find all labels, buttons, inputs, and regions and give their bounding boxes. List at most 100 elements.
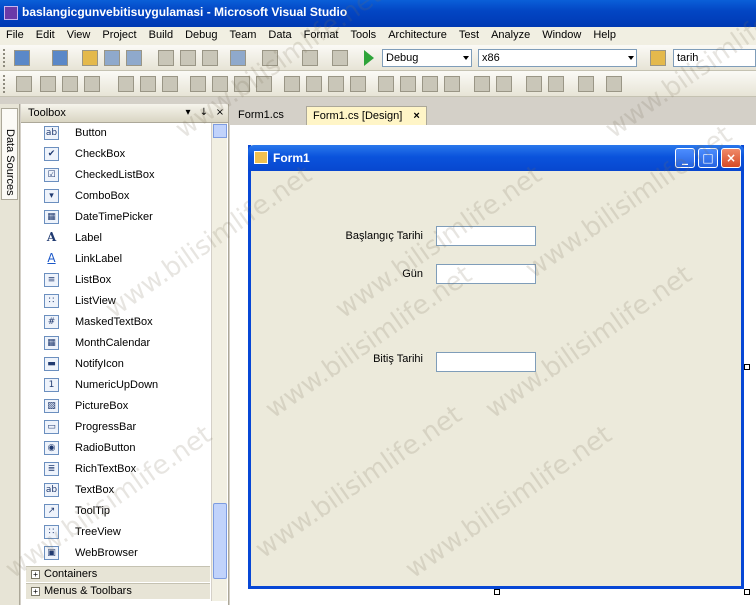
- send-to-back-icon[interactable]: [548, 76, 564, 92]
- make-same-size-icon[interactable]: [234, 76, 250, 92]
- toolbox-item-datetimepicker[interactable]: ▦ DateTimePicker: [21, 207, 211, 228]
- solution-configuration-select[interactable]: Debug: [382, 49, 472, 67]
- paste-icon[interactable]: [202, 50, 218, 66]
- scroll-thumb[interactable]: [213, 503, 227, 579]
- menu-team[interactable]: Team: [224, 27, 263, 45]
- remove-vertical-spacing-icon[interactable]: [444, 76, 460, 92]
- find-in-files-icon[interactable]: [650, 50, 666, 66]
- align-centers-icon[interactable]: [62, 76, 78, 92]
- tab-order-icon[interactable]: [578, 76, 594, 92]
- toolbox-item-picturebox[interactable]: ▧ PictureBox: [21, 396, 211, 417]
- toolbox-item-monthcalendar[interactable]: ▦ MonthCalendar: [21, 333, 211, 354]
- minimize-icon[interactable]: _: [675, 148, 695, 168]
- resize-handle-corner[interactable]: [744, 589, 750, 595]
- menu-test[interactable]: Test: [453, 27, 485, 45]
- menu-build[interactable]: Build: [143, 27, 179, 45]
- redo-icon[interactable]: [262, 50, 278, 66]
- toolbox-item-checkedlistbox[interactable]: ☑ CheckedListBox: [21, 165, 211, 186]
- toolbox-item-textbox[interactable]: ab TextBox: [21, 480, 211, 501]
- size-to-grid-icon[interactable]: [256, 76, 272, 92]
- center-vertically-icon[interactable]: [496, 76, 512, 92]
- open-file-icon[interactable]: [82, 50, 98, 66]
- form-title-bar[interactable]: Form1 _ □ ×: [248, 145, 744, 171]
- undo-icon[interactable]: [230, 50, 246, 66]
- make-horizontal-spacing-equal-icon[interactable]: [284, 76, 300, 92]
- toolbox-item-richtextbox[interactable]: ≣ RichTextBox: [21, 459, 211, 480]
- toolbox-item-radiobutton[interactable]: ◉ RadioButton: [21, 438, 211, 459]
- lock-controls-icon[interactable]: [606, 76, 622, 92]
- menu-edit[interactable]: Edit: [30, 27, 61, 45]
- resize-handle-right[interactable]: [744, 364, 750, 370]
- menu-format[interactable]: Format: [298, 27, 345, 45]
- navigate-forward-icon[interactable]: [332, 50, 348, 66]
- toolbox-item-webbrowser[interactable]: ▣ WebBrowser: [21, 543, 211, 564]
- save-all-icon[interactable]: [126, 50, 142, 66]
- end-date-textbox[interactable]: [436, 352, 536, 372]
- toolbox-item-button[interactable]: ab Button: [21, 123, 211, 144]
- cut-icon[interactable]: [158, 50, 174, 66]
- start-date-textbox[interactable]: [436, 226, 536, 246]
- toolbox-item-treeview[interactable]: ∷ TreeView: [21, 522, 211, 543]
- toolbox-item-combobox[interactable]: ▾ ComboBox: [21, 186, 211, 207]
- toolbox-item-linklabel[interactable]: A LinkLabel: [21, 249, 211, 270]
- remove-horizontal-spacing-icon[interactable]: [350, 76, 366, 92]
- align-rights-icon[interactable]: [84, 76, 100, 92]
- close-icon[interactable]: ×: [413, 110, 419, 122]
- toolbox-item-listbox[interactable]: ≡ ListBox: [21, 270, 211, 291]
- days-textbox[interactable]: [436, 264, 536, 284]
- navigate-backward-icon[interactable]: [302, 50, 318, 66]
- form-window[interactable]: Form1 _ □ × Başlangıç Tarihi Gün Bitiş T…: [248, 145, 744, 589]
- menu-architecture[interactable]: Architecture: [382, 27, 453, 45]
- align-to-grid-icon[interactable]: [16, 76, 32, 92]
- menu-analyze[interactable]: Analyze: [485, 27, 536, 45]
- tab-form1-design[interactable]: Form1.cs [Design] ×: [306, 106, 427, 125]
- menu-data[interactable]: Data: [262, 27, 297, 45]
- bring-to-front-icon[interactable]: [526, 76, 542, 92]
- decrease-horizontal-spacing-icon[interactable]: [328, 76, 344, 92]
- toolbox-group-containers[interactable]: + Containers: [26, 566, 210, 582]
- menu-file[interactable]: File: [0, 27, 30, 45]
- toolbox-item-tooltip[interactable]: ↗ ToolTip: [21, 501, 211, 522]
- start-debugging-icon[interactable]: [364, 50, 374, 66]
- toolbox-item-notifyicon[interactable]: ▬ NotifyIcon: [21, 354, 211, 375]
- make-same-height-icon[interactable]: [212, 76, 228, 92]
- toolbox-item-numericupdown[interactable]: 1 NumericUpDown: [21, 375, 211, 396]
- chevron-down-icon[interactable]: ▾: [181, 106, 195, 120]
- align-bottoms-icon[interactable]: [162, 76, 178, 92]
- add-item-icon[interactable]: [52, 50, 68, 66]
- menu-view[interactable]: View: [61, 27, 97, 45]
- decrease-vertical-spacing-icon[interactable]: [422, 76, 438, 92]
- toolbar-grip[interactable]: [3, 49, 6, 67]
- menu-project[interactable]: Project: [96, 27, 142, 45]
- make-same-width-icon[interactable]: [190, 76, 206, 92]
- toolbox-item-maskedtextbox[interactable]: # MaskedTextBox: [21, 312, 211, 333]
- toolbox-item-checkbox[interactable]: ✔ CheckBox: [21, 144, 211, 165]
- menu-tools[interactable]: Tools: [345, 27, 383, 45]
- find-combo[interactable]: tarih: [673, 49, 756, 67]
- make-vertical-spacing-equal-icon[interactable]: [378, 76, 394, 92]
- increase-horizontal-spacing-icon[interactable]: [306, 76, 322, 92]
- close-icon[interactable]: ×: [721, 148, 741, 168]
- menu-debug[interactable]: Debug: [179, 27, 223, 45]
- align-middles-icon[interactable]: [140, 76, 156, 92]
- align-lefts-icon[interactable]: [40, 76, 56, 92]
- menu-help[interactable]: Help: [587, 27, 622, 45]
- toolbox-item-label[interactable]: A Label: [21, 228, 211, 249]
- center-horizontally-icon[interactable]: [474, 76, 490, 92]
- resize-handle-bottom[interactable]: [494, 589, 500, 595]
- toolbox-scrollbar[interactable]: [211, 123, 227, 601]
- tab-form1-cs[interactable]: Form1.cs: [232, 106, 290, 125]
- increase-vertical-spacing-icon[interactable]: [400, 76, 416, 92]
- data-sources-tab[interactable]: Data Sources: [1, 108, 18, 200]
- toolbox-group-menus-toolbars[interactable]: + Menus & Toolbars: [26, 583, 210, 599]
- copy-icon[interactable]: [180, 50, 196, 66]
- toolbar-grip[interactable]: [3, 75, 6, 93]
- new-project-icon[interactable]: [14, 50, 30, 66]
- close-icon[interactable]: ×: [213, 106, 227, 120]
- align-tops-icon[interactable]: [118, 76, 134, 92]
- save-icon[interactable]: [104, 50, 120, 66]
- toolbox-item-progressbar[interactable]: ▭ ProgressBar: [21, 417, 211, 438]
- toolbox-item-listview[interactable]: ∷ ListView: [21, 291, 211, 312]
- solution-platform-select[interactable]: x86: [478, 49, 637, 67]
- pin-icon[interactable]: ↓: [197, 106, 211, 120]
